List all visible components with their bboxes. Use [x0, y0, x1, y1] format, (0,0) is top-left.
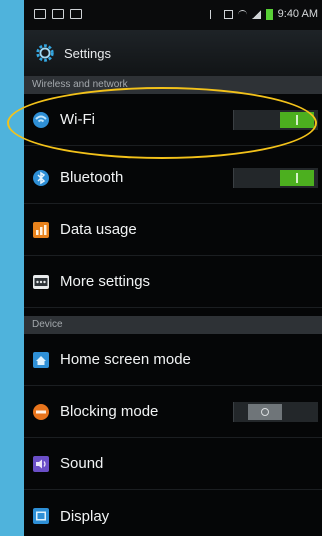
data-usage-row[interactable]: Data usage — [24, 204, 322, 256]
sound-icon — [32, 455, 50, 473]
battery-icon — [265, 8, 273, 20]
status-indicators: 9:40 AM — [209, 8, 318, 20]
display-icon — [32, 507, 50, 525]
title-bar: Settings — [24, 30, 322, 76]
phone-screen: 9:40 AM Settings Wireless and network Wi… — [24, 0, 322, 536]
blocking-mode-toggle[interactable] — [233, 402, 318, 422]
data-usage-icon — [32, 221, 50, 239]
wifi-status-icon — [237, 9, 247, 19]
bluetooth-toggle[interactable] — [233, 168, 318, 188]
sound-label: Sound — [60, 455, 104, 472]
notification-icon — [52, 9, 64, 19]
bluetooth-label: Bluetooth — [60, 169, 124, 186]
bluetooth-status-icon — [209, 9, 219, 19]
bluetooth-icon — [32, 169, 50, 187]
clock: 9:40 AM — [277, 8, 318, 20]
bluetooth-toggle-knob — [280, 170, 314, 186]
section-header-device: Device — [24, 316, 322, 334]
status-bar: 9:40 AM — [24, 0, 322, 30]
more-settings-icon — [32, 273, 50, 291]
notification-icon — [70, 9, 82, 19]
home-screen-mode-label: Home screen mode — [60, 351, 191, 368]
home-icon — [32, 351, 50, 369]
more-settings-label: More settings — [60, 273, 151, 290]
mute-icon — [223, 9, 233, 19]
more-settings-row[interactable]: More settings — [24, 256, 322, 308]
notification-icon — [34, 9, 46, 19]
wifi-highlight-ellipse — [7, 87, 317, 159]
signal-icon — [251, 9, 261, 19]
gear-icon[interactable] — [34, 42, 56, 64]
blocking-icon — [32, 403, 50, 421]
home-screen-mode-row[interactable]: Home screen mode — [24, 334, 322, 386]
bluetooth-row[interactable]: Bluetooth — [24, 152, 322, 204]
blocking-mode-row[interactable]: Blocking mode — [24, 386, 322, 438]
data-usage-label: Data usage — [60, 221, 137, 238]
blocking-mode-toggle-knob — [248, 404, 282, 420]
sound-row[interactable]: Sound — [24, 438, 322, 490]
display-label: Display — [60, 507, 110, 525]
notification-icons — [34, 9, 82, 19]
page-title: Settings — [64, 45, 111, 61]
display-row[interactable]: Display — [24, 490, 322, 536]
blocking-mode-label: Blocking mode — [60, 403, 159, 420]
